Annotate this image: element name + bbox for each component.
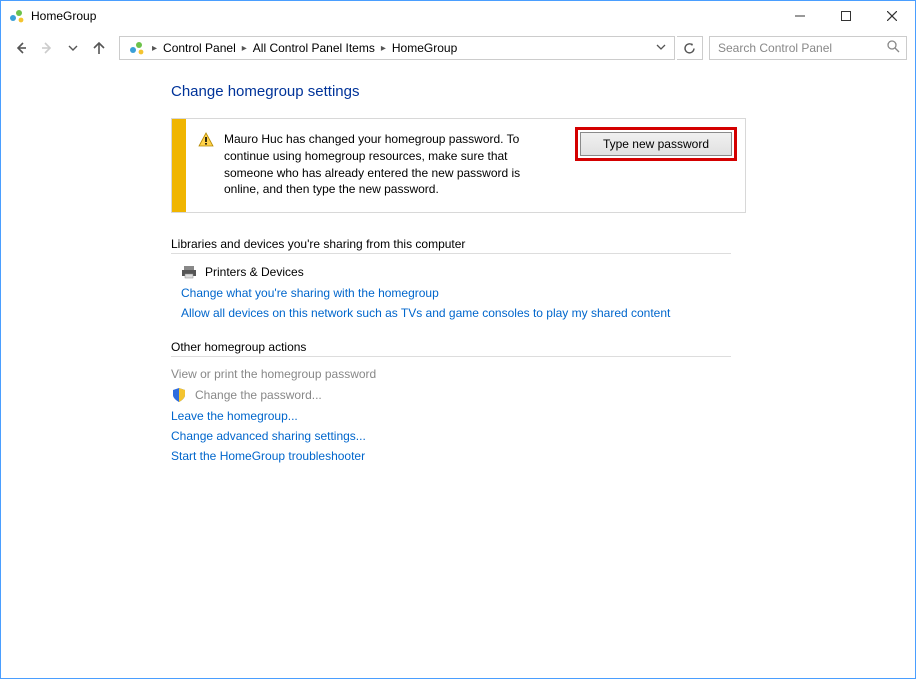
page-title: Change homegroup settings [171,83,761,100]
chevron-down-icon [68,43,78,53]
search-input[interactable] [716,40,900,56]
maximize-icon [841,11,851,21]
minimize-icon [795,11,805,21]
chevron-down-icon [656,42,666,52]
breadcrumb-item[interactable]: HomeGroup [388,37,461,59]
breadcrumb-item[interactable]: All Control Panel Items [249,37,379,59]
homegroup-icon [9,8,25,24]
window-controls [777,1,915,31]
close-icon [887,11,897,21]
homegroup-icon [126,37,148,59]
alert-box: Mauro Huc has changed your homegroup pas… [171,118,746,213]
type-new-password-button[interactable]: Type new password [580,132,732,156]
link-view-password[interactable]: View or print the homegroup password [171,367,761,381]
highlighted-area: Type new password [575,127,737,161]
minimize-button[interactable] [777,1,823,31]
shield-icon [171,387,187,403]
arrow-up-icon [91,40,107,56]
address-dropdown[interactable] [652,42,670,55]
section-header-sharing: Libraries and devices you're sharing fro… [171,237,731,254]
change-password-label: Change the password... [195,388,322,402]
printer-icon [181,264,197,280]
up-button[interactable] [87,36,111,60]
forward-button[interactable] [35,36,59,60]
close-button[interactable] [869,1,915,31]
alert-accent-bar [172,119,186,212]
link-leave-homegroup[interactable]: Leave the homegroup... [171,409,761,423]
search-box[interactable] [709,36,907,60]
nav-row: ▸ Control Panel ▸ All Control Panel Item… [1,31,915,65]
window-title: HomeGroup [31,9,777,23]
link-change-sharing[interactable]: Change what you're sharing with the home… [181,286,761,300]
titlebar: HomeGroup [1,1,915,31]
section-header-actions: Other homegroup actions [171,340,731,357]
device-row: Printers & Devices [181,264,761,280]
link-change-password[interactable]: Change the password... [171,387,761,403]
alert-message: Mauro Huc has changed your homegroup pas… [224,131,554,198]
device-label: Printers & Devices [205,265,304,279]
maximize-button[interactable] [823,1,869,31]
chevron-right-icon: ▸ [150,43,159,54]
refresh-button[interactable] [677,36,703,60]
link-advanced-sharing[interactable]: Change advanced sharing settings... [171,429,761,443]
recent-dropdown[interactable] [61,36,85,60]
back-button[interactable] [9,36,33,60]
chevron-right-icon: ▸ [379,43,388,54]
warning-icon [198,132,214,148]
link-allow-devices[interactable]: Allow all devices on this network such a… [181,306,761,320]
chevron-right-icon: ▸ [240,43,249,54]
arrow-right-icon [39,40,55,56]
address-bar[interactable]: ▸ Control Panel ▸ All Control Panel Item… [119,36,675,60]
arrow-left-icon [13,40,29,56]
breadcrumb-item[interactable]: Control Panel [159,37,240,59]
content-area: Change homegroup settings Mauro Huc has … [1,65,761,463]
link-troubleshooter[interactable]: Start the HomeGroup troubleshooter [171,449,761,463]
search-icon [887,40,900,56]
refresh-icon [683,42,696,55]
